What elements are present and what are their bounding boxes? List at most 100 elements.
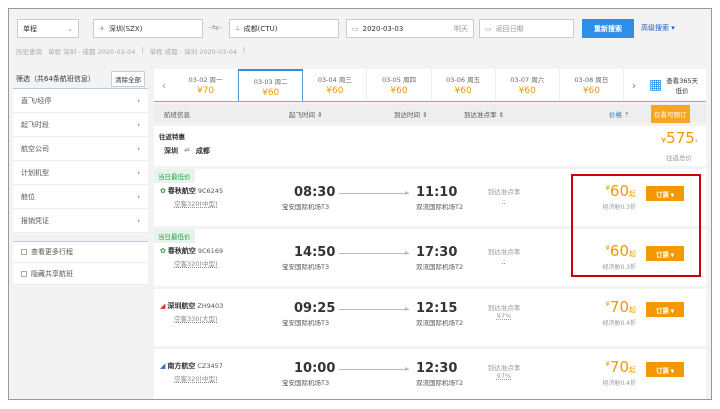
date-label: 03-03 周二 <box>253 78 288 86</box>
flight-search-page: 单程 ⌄ ✈ 深圳(SZX) -⇆- ⟂ 成都(CTU) ▭ 2020-03-03 明天 … <box>8 8 712 400</box>
ontime-rate: 97% <box>496 312 512 320</box>
book-button[interactable]: 订票 ▾ <box>646 362 684 377</box>
ontime-rate: - <box>502 256 506 264</box>
to-value: 成都(CTU) <box>243 24 278 33</box>
aircraft-type[interactable]: 空客320(中型) <box>174 373 217 383</box>
search-button[interactable]: 重新搜索 <box>582 19 634 38</box>
departure-time: 10:00 <box>294 361 336 376</box>
rt-to: 成都 <box>195 147 210 155</box>
sort-departure[interactable]: 起飞时间 ⇕ <box>289 109 323 119</box>
date-price: ¥60 <box>582 86 600 96</box>
date-tab[interactable]: 03-08 周日 ¥60 <box>560 69 624 101</box>
filter-item-aircraft[interactable]: 计划机型 › <box>13 161 148 185</box>
flight-number: CZ3457 <box>197 362 223 370</box>
ontime-label: 到达准点率 <box>487 188 521 196</box>
depart-date-input[interactable]: ▭ 2020-03-03 明天 <box>346 19 474 38</box>
price-value: 70 <box>609 298 629 316</box>
date-label: 03-08 周日 <box>574 76 609 84</box>
filter-label: 计划机型 <box>21 168 49 177</box>
return-date-input[interactable]: ▭ 返回日期 <box>479 19 574 38</box>
from-city-input[interactable]: ✈ 深圳(SZX) <box>93 19 203 38</box>
aircraft-type[interactable]: 空客330(大型) <box>174 313 217 323</box>
date-value: 2020-03-03 <box>362 24 404 33</box>
date-price: ¥60 <box>326 86 344 96</box>
sort-ontime[interactable]: 到达准点率 ⇕ <box>464 109 504 119</box>
filter-item-direct[interactable]: 直飞/经停 › <box>13 89 148 113</box>
departure-time: 09:25 <box>294 301 336 316</box>
next-dates-button[interactable]: › <box>624 69 644 101</box>
highlight-box <box>571 174 701 277</box>
prev-dates-button[interactable]: ‹ <box>154 69 174 101</box>
landing-icon: ⟂ <box>235 24 240 32</box>
flight-number: 9C6169 <box>197 247 224 255</box>
round-trip-offer[interactable]: 往返特惠 深圳 ⇌ 成都 ¥575› 往返总价 <box>154 126 706 166</box>
calendar-icon: ▭ <box>485 24 492 33</box>
date-tab[interactable]: 03-04 周三 ¥60 <box>303 69 368 101</box>
flight-number: ZH9403 <box>197 302 224 310</box>
history-item[interactable]: 单程 深圳 - 成都 2020-03-04 <box>48 46 135 56</box>
sort-price[interactable]: 价格 ⇡ <box>609 109 630 119</box>
arrival-time: 11:10 <box>416 185 458 200</box>
date-price: ¥60 <box>262 88 280 98</box>
lowest-price-tag: 当日最低价 <box>154 169 195 183</box>
chevron-right-icon: › <box>137 192 140 201</box>
clear-all-button[interactable]: 清除全部 <box>111 70 145 87</box>
date-tab-selected[interactable]: 03-03 周二 ¥60 <box>238 69 304 101</box>
book-button[interactable]: 订票 ▾ <box>646 302 684 317</box>
swap-icon[interactable]: -⇆- <box>209 23 221 32</box>
filter-panel: 筛选（共64条航班信息） 清除全部 直飞/经停 › 起飞时段 › 航空公司 › 计划机型… <box>13 69 148 285</box>
column-header: 航班信息 起飞时间 ⇕ 到达时间 ⇕ 到达准点率 ⇕ 价格 ⇡ 仅看可预订 <box>154 104 706 123</box>
date-tab[interactable]: 03-07 周六 ¥60 <box>496 69 560 101</box>
aircraft-type[interactable]: 空客320(中型) <box>174 258 217 268</box>
filter-item-time[interactable]: 起飞时段 › <box>13 113 148 137</box>
history-label: 历史查询 <box>16 48 42 56</box>
trip-type-select[interactable]: 单程 ⌄ <box>17 19 79 38</box>
departure-airport: 宝安国际机场T3 <box>282 319 330 327</box>
ontime-rate: 97% <box>496 372 512 380</box>
aircraft-type[interactable]: 空客320(中型) <box>174 198 217 208</box>
arrow-icon <box>339 191 409 195</box>
date-tab[interactable]: 03-06 周五 ¥60 <box>432 69 496 101</box>
price-suffix: 起 <box>629 366 636 374</box>
filter-label: 直飞/经停 <box>21 96 52 105</box>
airline-name: 深圳航空 <box>167 302 196 310</box>
filter-item-airline[interactable]: 航空公司 › <box>13 137 148 161</box>
departure-time: 08:30 <box>294 185 336 200</box>
airline-logo-icon: ✿ <box>160 247 166 255</box>
low-price-calendar-button[interactable]: ▦ 查看365天 低价 <box>644 69 706 101</box>
airline-name: 春秋航空 <box>167 187 196 195</box>
arrival-time: 12:15 <box>416 301 458 316</box>
rt-sep: ⇌ <box>184 146 190 154</box>
rt-label: 往返总价 <box>666 154 692 162</box>
date-label: 03-02 周一 <box>188 76 223 84</box>
arrival-airport: 双流国际机场T2 <box>416 379 464 387</box>
bookable-only-button[interactable]: 仅看可预订 <box>651 105 690 123</box>
rt-price: 575 <box>666 129 695 147</box>
ontime-label: 到达准点率 <box>487 364 521 372</box>
filter-label: 航空公司 <box>21 144 49 153</box>
flight-number: 9C6245 <box>197 187 224 195</box>
rt-from: 深圳 <box>164 147 178 155</box>
filter-item-receipt[interactable]: 报销凭证 › <box>13 209 148 233</box>
date-price: ¥70 <box>196 86 215 96</box>
arrival-airport: 双流国际机场T2 <box>416 263 464 271</box>
chevron-right-icon: › <box>137 168 140 177</box>
cabin-discount: 经济舱0.4折 <box>602 320 636 327</box>
hide-shared-checkbox[interactable]: 隐藏共享航班 <box>13 263 148 285</box>
filter-item-cabin[interactable]: 舱位 › <box>13 185 148 209</box>
sort-arrival[interactable]: 到达时间 ⇕ <box>394 109 428 119</box>
date-tab[interactable]: 03-05 周四 ¥60 <box>367 69 432 101</box>
price: ¥70起 <box>605 358 636 376</box>
price: ¥70起 <box>605 298 636 316</box>
date-hint: 明天 <box>454 24 468 33</box>
return-placeholder: 返回日期 <box>495 24 524 33</box>
more-trips-checkbox[interactable]: 查看更多行程 <box>13 241 148 263</box>
history-item[interactable]: 单程 成都 - 深圳 2020-03-04 <box>150 46 237 56</box>
advanced-search-link[interactable]: 高级搜索 ▾ <box>641 23 675 33</box>
arrow-icon <box>339 307 409 311</box>
date-tab[interactable]: 03-02 周一 ¥70 <box>174 69 239 101</box>
arrival-time: 17:30 <box>416 245 458 260</box>
airline-logo-icon: ◢ <box>160 302 166 310</box>
date-price: ¥60 <box>518 86 536 96</box>
to-city-input[interactable]: ⟂ 成都(CTU) <box>229 19 339 38</box>
